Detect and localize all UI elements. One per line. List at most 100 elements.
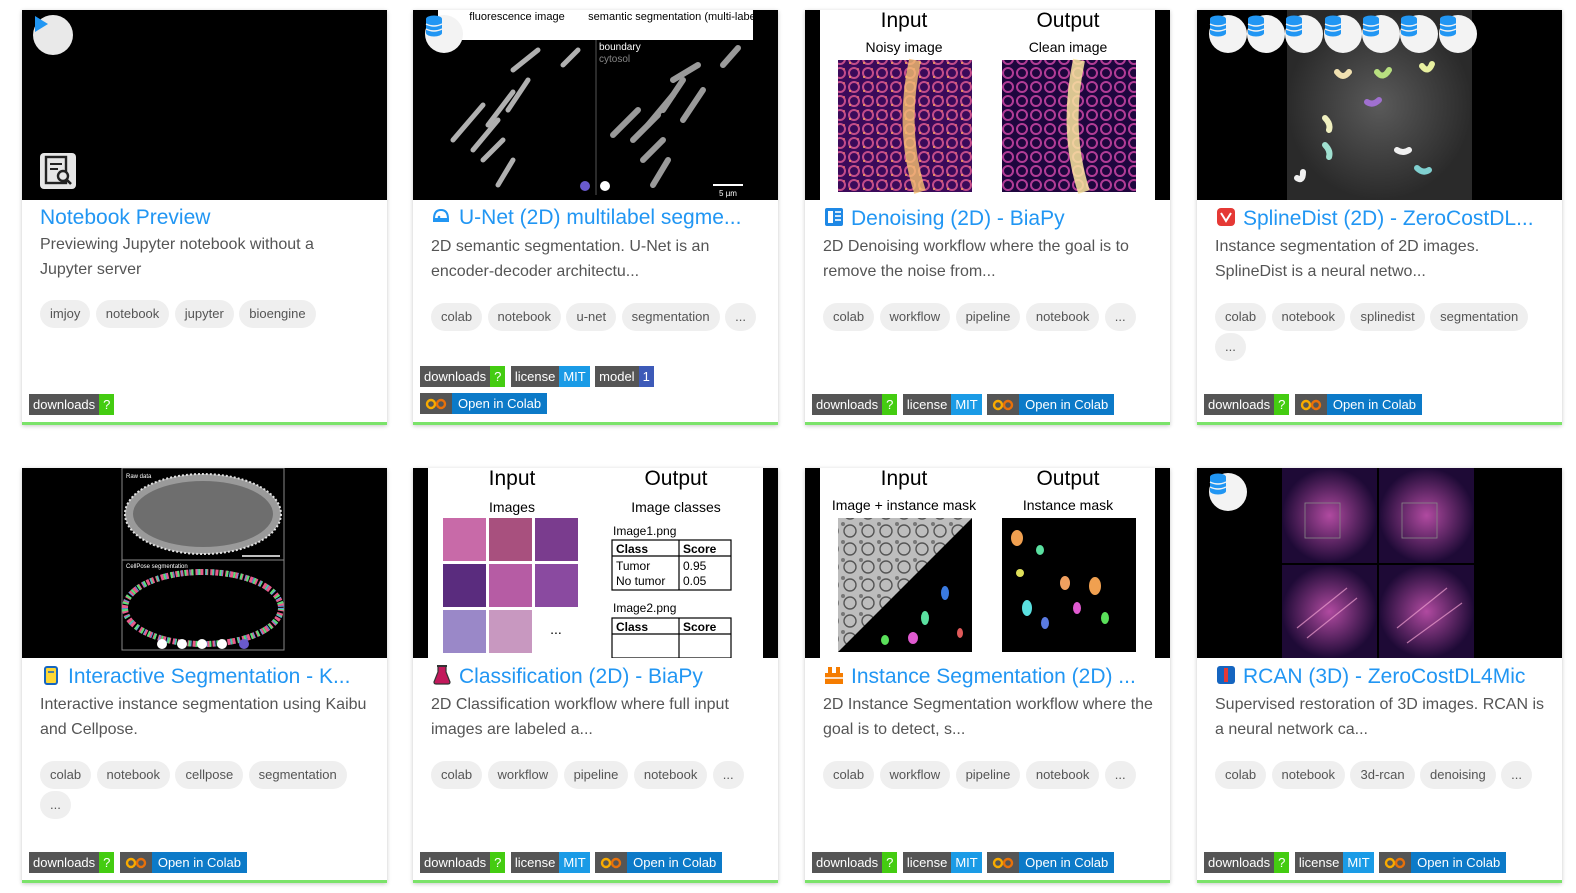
tag[interactable]: u-net (566, 303, 617, 331)
downloads-badge[interactable]: downloads? (29, 852, 115, 873)
card-classification-biapy[interactable]: ... Input Output Images Image classes Im… (413, 468, 778, 883)
database-icon[interactable] (1285, 15, 1323, 53)
license-badge[interactable]: license MIT (510, 366, 590, 387)
tag[interactable]: splinedist (1350, 303, 1425, 331)
card-title[interactable]: RCAN (3D) - ZeroCostDL4Mic (1215, 664, 1553, 689)
tag[interactable]: workflow (879, 303, 951, 331)
card-instance-segmentation[interactable]: Input Output Image + instance mask Insta… (805, 468, 1170, 883)
tag[interactable]: notebook (1025, 303, 1100, 331)
tag[interactable]: ... (1215, 333, 1246, 361)
open-in-colab-badge[interactable]: Open in Colab (987, 394, 1115, 415)
model-badge[interactable]: model 1 (595, 366, 654, 387)
card-title[interactable]: Classification (2D) - BiaPy (431, 664, 769, 689)
tag[interactable]: imjoy (40, 300, 91, 328)
downloads-badge[interactable]: downloads? (29, 394, 115, 415)
downloads-badge[interactable]: downloads? (812, 394, 898, 415)
tag[interactable]: notebook (1271, 761, 1346, 789)
card-description: Supervised restoration of 3D images. RCA… (1215, 696, 1545, 738)
tag[interactable]: ... (1104, 761, 1136, 789)
open-in-colab-badge[interactable]: Open in Colab (119, 852, 247, 873)
card-title[interactable]: Interactive Segmentation - K... (40, 664, 378, 689)
badge-area: downloads? license MIT Open in Colab (1204, 852, 1507, 879)
tag[interactable]: colab (40, 761, 92, 789)
tag[interactable]: colab (431, 761, 483, 789)
tag[interactable]: bioengine (239, 300, 316, 328)
tag[interactable]: notebook (633, 761, 708, 789)
downloads-badge[interactable]: downloads? (1204, 852, 1290, 873)
tag[interactable]: 3d-rcan (1350, 761, 1415, 789)
tag[interactable]: cellpose (175, 761, 244, 789)
tag-list: colab workflow pipeline notebook ... (431, 761, 771, 791)
database-icon[interactable] (1439, 15, 1477, 53)
tag[interactable]: ... (712, 761, 744, 789)
tag[interactable]: segmentation (248, 761, 347, 789)
database-icon[interactable] (1247, 15, 1285, 53)
license-badge[interactable]: license MIT (1294, 852, 1374, 873)
card-splinedist[interactable]: SplineDist (2D) - ZeroCostDL... Instance… (1197, 10, 1562, 425)
tag[interactable]: workflow (879, 761, 951, 789)
open-in-colab-badge[interactable]: Open in Colab (420, 393, 548, 414)
card-title[interactable]: Notebook Preview (40, 206, 378, 230)
colab-icon (119, 852, 152, 873)
card-notebook-preview[interactable]: Notebook Preview Previewing Jupyter note… (22, 10, 387, 425)
card-denoising-biapy[interactable]: Input Output Noisy image Clean image Den… (805, 10, 1170, 425)
tag[interactable]: workflow (487, 761, 559, 789)
tag[interactable]: ... (725, 303, 756, 331)
tag[interactable]: notebook (95, 300, 170, 328)
database-icon[interactable] (1324, 15, 1362, 53)
open-in-colab-badge[interactable]: Open in Colab (595, 852, 723, 873)
card-description: Instance segmentation of 2D images. Spli… (1215, 238, 1480, 280)
database-icon[interactable] (1400, 15, 1438, 53)
play-icon[interactable] (33, 15, 73, 55)
tag[interactable]: colab (1215, 761, 1267, 789)
class-header: Class (616, 542, 648, 556)
tag[interactable]: notebook (1271, 303, 1346, 331)
license-badge[interactable]: license MIT (510, 852, 590, 873)
thumb-input-sub: Images (489, 499, 535, 515)
open-in-colab-badge[interactable]: Open in Colab (1294, 394, 1422, 415)
tag[interactable]: jupyter (174, 300, 234, 328)
tag[interactable]: denoising (1420, 761, 1496, 789)
card-title[interactable]: Instance Segmentation (2D) ... (823, 664, 1161, 689)
card-interactive-segmentation[interactable]: Raw data CellPose segmentation Interacti… (22, 468, 387, 883)
downloads-badge[interactable]: downloads? (1204, 394, 1290, 415)
tag[interactable]: segmentation (1430, 303, 1529, 331)
tag[interactable]: colab (431, 303, 483, 331)
tag[interactable]: pipeline (955, 761, 1021, 789)
tag[interactable]: segmentation (621, 303, 720, 331)
thumb-label-bottom: CellPose segmentation (126, 564, 188, 570)
tag[interactable]: pipeline (563, 761, 629, 789)
card-title[interactable]: SplineDist (2D) - ZeroCostDL... (1215, 206, 1553, 231)
badge-area: downloads? Open in Colab (29, 852, 247, 879)
card-unet-multilabel[interactable]: fluorescence image semantic segmentation… (413, 10, 778, 425)
downloads-badge[interactable]: downloads? (420, 852, 506, 873)
downloads-badge[interactable]: downloads? (420, 366, 506, 387)
thumb-label-top: Raw data (126, 474, 152, 480)
database-icon[interactable] (425, 15, 463, 53)
score-header: Score (683, 542, 717, 556)
tag[interactable]: notebook (487, 303, 562, 331)
card-rcan-3d[interactable]: RCAN (3D) - ZeroCostDL4Mic Supervised re… (1197, 468, 1562, 883)
license-badge[interactable]: license MIT (902, 394, 982, 415)
database-icon[interactable] (1209, 473, 1247, 511)
database-icon[interactable] (1209, 15, 1247, 53)
tag[interactable]: notebook (96, 761, 171, 789)
tag[interactable]: ... (1104, 303, 1136, 331)
card-title[interactable]: Denoising (2D) - BiaPy (823, 206, 1161, 231)
thumb-output-label: Output (1036, 10, 1099, 32)
open-in-colab-badge[interactable]: Open in Colab (1379, 852, 1507, 873)
tag[interactable]: colab (823, 761, 875, 789)
card-description: 2D semantic segmentation. U-Net is an en… (431, 238, 710, 280)
tag[interactable]: ... (40, 791, 71, 819)
tag[interactable]: colab (823, 303, 875, 331)
downloads-badge[interactable]: downloads? (812, 852, 898, 873)
tag[interactable]: ... (1501, 761, 1532, 789)
open-in-colab-badge[interactable]: Open in Colab (987, 852, 1115, 873)
thumb-input-sub: Noisy image (865, 39, 942, 55)
tag[interactable]: colab (1215, 303, 1267, 331)
tag[interactable]: notebook (1025, 761, 1100, 789)
tag[interactable]: pipeline (955, 303, 1021, 331)
license-badge[interactable]: license MIT (902, 852, 982, 873)
database-icon[interactable] (1362, 15, 1400, 53)
card-title[interactable]: U-Net (2D) multilabel segme... (431, 206, 769, 230)
